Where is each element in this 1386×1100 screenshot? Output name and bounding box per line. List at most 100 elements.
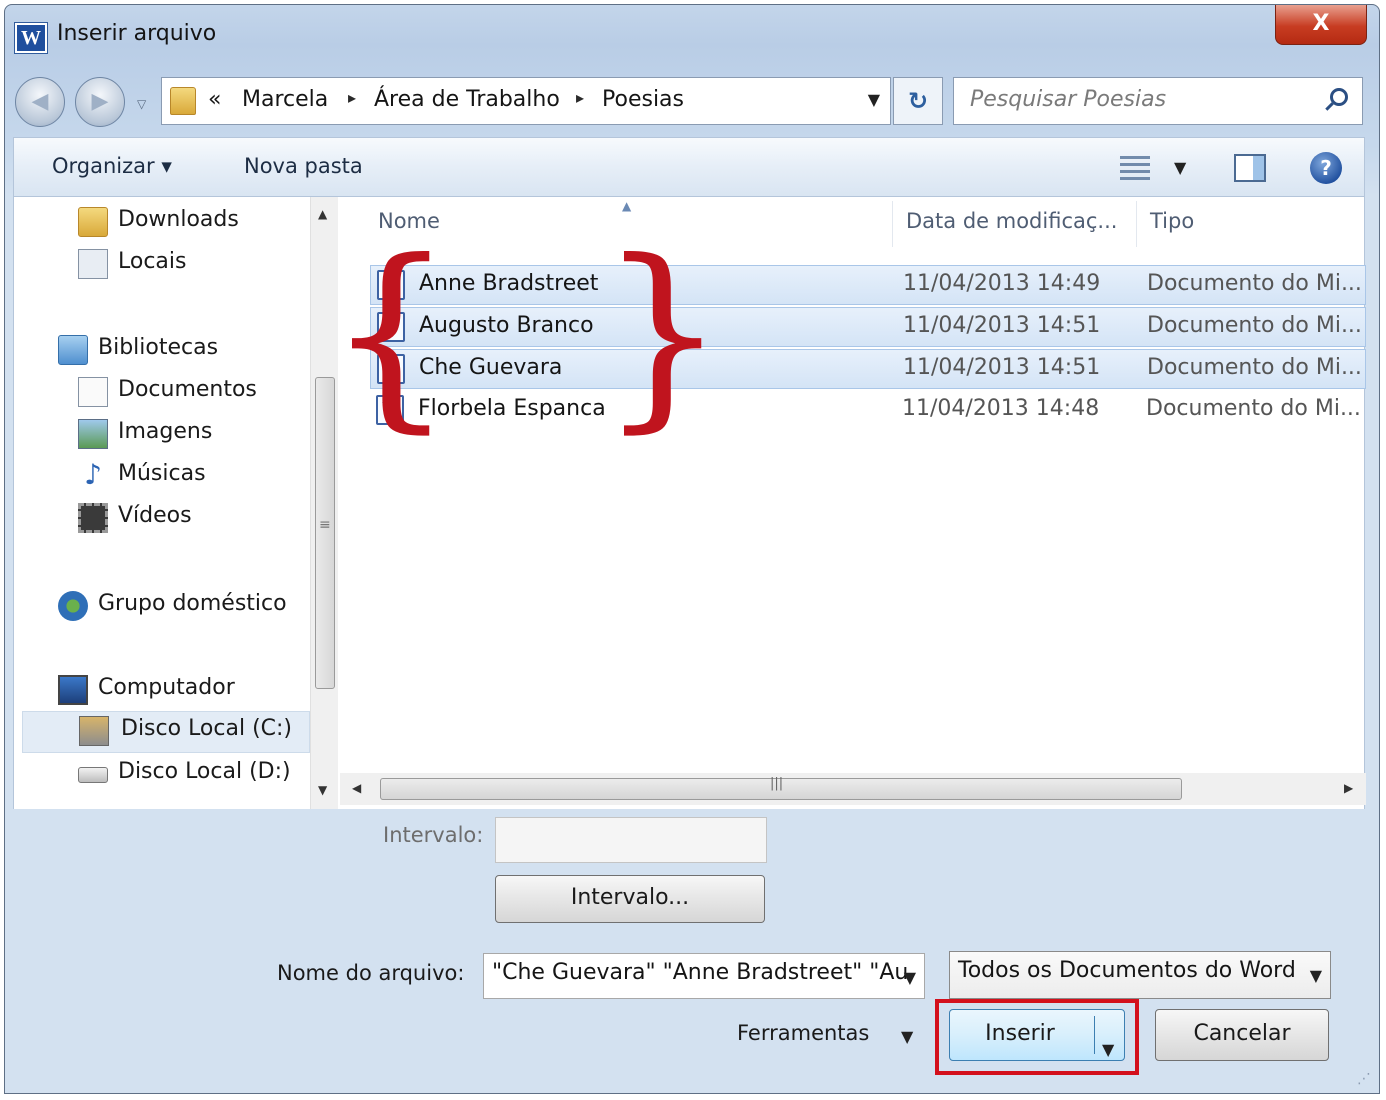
file-date: 11/04/2013 14:51 <box>903 355 1101 380</box>
column-separator[interactable] <box>892 201 893 247</box>
breadcrumb-poesias[interactable]: Poesias <box>602 87 684 112</box>
search-placeholder: Pesquisar Poesias <box>970 87 1167 112</box>
breadcrumb-separator-icon[interactable]: ▸ <box>576 88 584 107</box>
nav-item-label: Locais <box>118 249 187 274</box>
nav-item-label: Downloads <box>118 207 239 232</box>
insert-button[interactable]: Inserir ▼ <box>949 1009 1125 1061</box>
filetype-dropdown-icon[interactable]: ▼ <box>1310 966 1322 985</box>
organize-button[interactable]: Organizar ▾ <box>52 154 172 178</box>
nav-item-disco-c[interactable]: Disco Local (C:) <box>22 711 310 753</box>
range-button[interactable]: Intervalo... <box>495 875 765 923</box>
close-button[interactable]: X <box>1275 5 1367 45</box>
scroll-up-icon[interactable]: ▲ <box>318 207 327 221</box>
title-bar: W Inserir arquivo X <box>5 5 1379 63</box>
nav-item-musicas[interactable]: ♪ Músicas <box>78 457 298 497</box>
pictures-icon <box>78 419 108 449</box>
file-type: Documento do Mi... <box>1147 355 1362 380</box>
scroll-right-icon[interactable]: ▶ <box>1344 781 1353 795</box>
homegroup-icon <box>58 591 88 621</box>
back-arrow-icon: ◀ <box>31 89 49 114</box>
navigation-pane: Downloads Locais Bibliotecas Documentos … <box>14 197 310 809</box>
filename-input[interactable]: "Che Guevara" "Anne Bradstreet" "Au ▼ <box>483 953 925 999</box>
command-toolbar: Organizar ▾ Nova pasta ▼ ? <box>13 137 1365 197</box>
dialog-title: Inserir arquivo <box>57 21 217 46</box>
scroll-down-icon[interactable]: ▼ <box>318 783 327 797</box>
view-options-dropdown-icon[interactable]: ▼ <box>1174 158 1186 177</box>
search-box[interactable]: Pesquisar Poesias <box>953 77 1363 125</box>
nav-item-label: Imagens <box>118 419 213 444</box>
file-row[interactable]: Florbela Espanca 11/04/2013 14:48 Docume… <box>370 391 1366 431</box>
breadcrumb-marcela[interactable]: Marcela <box>242 87 328 112</box>
tools-dropdown-icon[interactable]: ▼ <box>901 1027 913 1046</box>
nav-item-imagens[interactable]: Imagens <box>78 415 298 455</box>
videos-icon <box>78 503 108 533</box>
new-folder-button[interactable]: Nova pasta <box>244 154 363 178</box>
refresh-icon: ↻ <box>907 87 929 115</box>
places-icon <box>78 249 108 279</box>
filename-value: "Che Guevara" "Anne Bradstreet" "Au <box>492 960 909 985</box>
breadcrumb-separator-icon[interactable]: ▸ <box>348 88 356 107</box>
file-type: Documento do Mi... <box>1147 271 1362 296</box>
word-app-icon: W <box>14 22 48 54</box>
downloads-folder-icon <box>78 207 108 237</box>
folder-icon <box>170 87 196 115</box>
forward-arrow-icon: ▶ <box>91 89 109 114</box>
dialog-footer: Intervalo: Intervalo... Nome do arquivo:… <box>5 809 1379 1093</box>
range-input[interactable] <box>495 817 767 863</box>
file-row[interactable]: Che Guevara 11/04/2013 14:51 Documento d… <box>370 349 1366 389</box>
nav-item-locais[interactable]: Locais <box>78 245 298 285</box>
file-date: 11/04/2013 14:48 <box>902 396 1100 421</box>
column-separator[interactable] <box>1136 201 1137 247</box>
nav-item-label: Computador <box>98 675 235 700</box>
file-row[interactable]: Anne Bradstreet 11/04/2013 14:49 Documen… <box>370 265 1366 305</box>
recent-pages-dropdown[interactable]: ▽ <box>137 97 146 111</box>
address-bar[interactable]: « Marcela ▸ Área de Trabalho ▸ Poesias ▼ <box>161 77 891 125</box>
search-icon[interactable] <box>1330 88 1348 106</box>
nav-item-label: Grupo doméstico <box>98 591 287 616</box>
tools-button[interactable]: Ferramentas <box>737 1021 869 1045</box>
address-dropdown-icon[interactable]: ▼ <box>868 90 880 109</box>
nav-item-computador[interactable]: Computador <box>58 671 298 711</box>
nav-item-videos[interactable]: Vídeos <box>78 499 298 539</box>
resize-grip-icon[interactable]: ⋰ <box>1357 1071 1371 1087</box>
nav-item-bibliotecas[interactable]: Bibliotecas <box>58 331 298 371</box>
column-header-data[interactable]: Data de modificaç... <box>906 209 1117 233</box>
filename-history-dropdown-icon[interactable]: ▼ <box>904 968 916 987</box>
nav-item-documentos[interactable]: Documentos <box>78 373 298 413</box>
view-options-icon[interactable] <box>1120 156 1150 180</box>
file-row[interactable]: Augusto Branco 11/04/2013 14:51 Document… <box>370 307 1366 347</box>
file-list-horizontal-scrollbar[interactable]: ◀ ||| ▶ <box>340 773 1366 805</box>
nav-item-label: Músicas <box>118 461 206 486</box>
insert-options-dropdown-icon[interactable]: ▼ <box>1102 1026 1114 1074</box>
sort-ascending-icon: ▲ <box>622 199 632 213</box>
breadcrumb-overflow[interactable]: « <box>208 87 221 112</box>
nav-item-label: Documentos <box>118 377 257 402</box>
insert-file-dialog: W Inserir arquivo X ◀ ▶ ▽ « Marcela ▸ Ár… <box>4 4 1380 1094</box>
nav-item-downloads[interactable]: Downloads <box>78 203 298 243</box>
documents-icon <box>78 377 108 407</box>
insert-button-label: Inserir <box>985 1021 1055 1046</box>
preview-pane-icon[interactable] <box>1234 154 1266 182</box>
back-button[interactable]: ◀ <box>15 77 65 127</box>
filetype-value: Todos os Documentos do Word <box>958 958 1296 983</box>
nav-item-disco-d[interactable]: Disco Local (D:) <box>78 755 308 795</box>
drive-d-icon <box>78 767 108 783</box>
breadcrumb-area-de-trabalho[interactable]: Área de Trabalho <box>374 87 560 112</box>
help-icon[interactable]: ? <box>1310 152 1342 184</box>
cancel-button[interactable]: Cancelar <box>1155 1009 1329 1061</box>
scroll-left-icon[interactable]: ◀ <box>352 781 361 795</box>
nav-item-label: Disco Local (C:) <box>121 716 293 741</box>
filetype-select[interactable]: Todos os Documentos do Word ▼ <box>949 951 1331 999</box>
drive-c-icon <box>79 716 109 746</box>
annotation-left-brace: { <box>327 218 455 451</box>
nav-item-grupo-domestico[interactable]: Grupo doméstico <box>58 587 308 627</box>
annotation-right-brace: } <box>599 218 727 451</box>
file-type: Documento do Mi... <box>1147 313 1362 338</box>
file-date: 11/04/2013 14:51 <box>903 313 1101 338</box>
split-divider <box>1094 1016 1095 1054</box>
scroll-grip-icon: ||| <box>770 776 784 791</box>
forward-button[interactable]: ▶ <box>75 77 125 127</box>
column-header-tipo[interactable]: Tipo <box>1150 209 1194 233</box>
file-date: 11/04/2013 14:49 <box>903 271 1101 296</box>
refresh-button[interactable]: ↻ <box>893 77 943 125</box>
